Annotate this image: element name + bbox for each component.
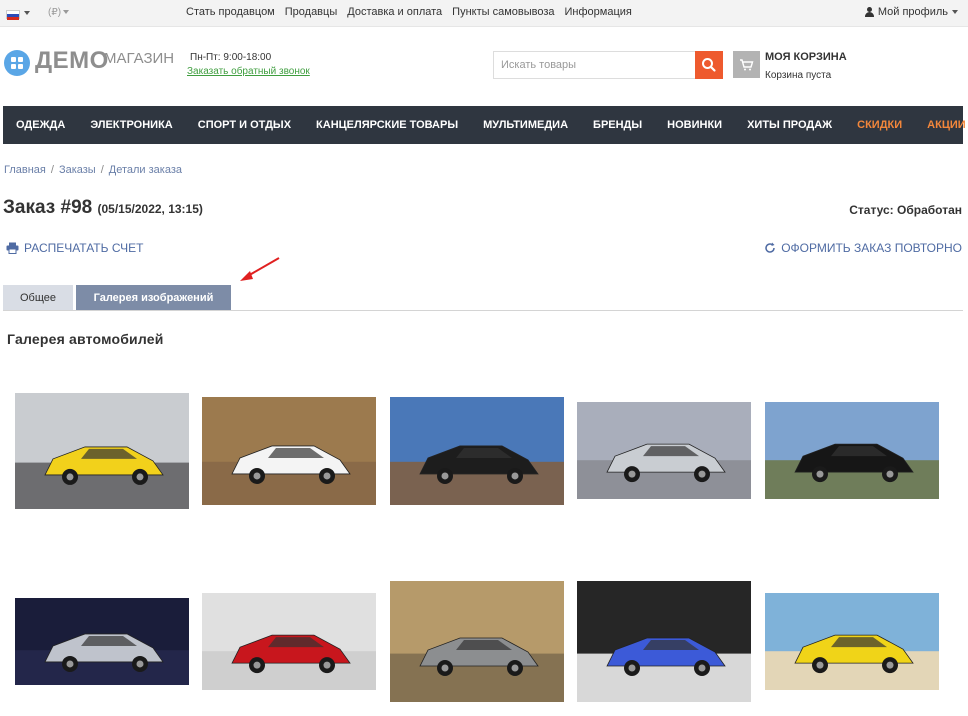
order-tabs: Общее Галерея изображений bbox=[3, 285, 963, 311]
cart-status: Корзина пуста bbox=[765, 70, 832, 81]
user-icon bbox=[864, 7, 874, 17]
top-link-delivery[interactable]: Доставка и оплата bbox=[347, 6, 442, 18]
printer-icon bbox=[6, 242, 19, 254]
gallery-image-black-bmw[interactable] bbox=[765, 402, 939, 499]
logo-text-light[interactable]: МАГАЗИН bbox=[104, 50, 174, 67]
cart-title[interactable]: МОЯ КОРЗИНА bbox=[765, 51, 847, 63]
currency-selector[interactable]: (₽) bbox=[48, 7, 70, 18]
nav-item-5[interactable]: БРЕНДЫ bbox=[593, 119, 642, 131]
print-invoice-button[interactable]: РАСПЕЧАТАТЬ СЧЕТ bbox=[6, 241, 143, 255]
car-photo bbox=[577, 581, 751, 702]
top-link-info[interactable]: Информация bbox=[565, 6, 632, 18]
order-date: (05/15/2022, 13:15) bbox=[97, 202, 203, 216]
gallery-image-silver-mercedes-concept[interactable] bbox=[15, 598, 189, 685]
annotation-arrow-icon bbox=[240, 257, 280, 281]
breadcrumb-orders[interactable]: Заказы bbox=[59, 164, 96, 176]
currency-label: (₽) bbox=[48, 7, 62, 18]
breadcrumb-order-details[interactable]: Детали заказа bbox=[109, 164, 182, 176]
tab-image-gallery[interactable]: Галерея изображений bbox=[76, 285, 231, 310]
ru-flag-icon[interactable] bbox=[6, 10, 20, 20]
car-photo bbox=[765, 402, 939, 499]
nav-item-9[interactable]: АКЦИИ bbox=[927, 119, 966, 131]
breadcrumb: Главная / Заказы / Детали заказа bbox=[4, 164, 182, 176]
page-title: Заказ #98 (05/15/2022, 13:15) bbox=[3, 197, 203, 219]
gallery-image-grey-pagani[interactable] bbox=[390, 581, 564, 702]
gallery-image-yellow-ferrari[interactable] bbox=[765, 593, 939, 690]
reorder-button[interactable]: ОФОРМИТЬ ЗАКАЗ ПОВТОРНО bbox=[764, 241, 962, 255]
reorder-label: ОФОРМИТЬ ЗАКАЗ ПОВТОРНО bbox=[781, 241, 962, 255]
breadcrumb-separator: / bbox=[100, 164, 104, 176]
nav-item-6[interactable]: НОВИНКИ bbox=[667, 119, 722, 131]
top-link-become-seller[interactable]: Стать продавцом bbox=[186, 6, 275, 18]
cart-button[interactable] bbox=[733, 51, 760, 78]
nav-item-0[interactable]: ОДЕЖДА bbox=[16, 119, 65, 131]
breadcrumb-home[interactable]: Главная bbox=[4, 164, 46, 176]
chevron-down-icon[interactable] bbox=[24, 11, 30, 15]
car-photo bbox=[390, 397, 564, 505]
nav-item-2[interactable]: СПОРТ И ОТДЫХ bbox=[198, 119, 291, 131]
profile-menu[interactable]: Мой профиль bbox=[864, 6, 958, 18]
car-photo bbox=[15, 393, 189, 509]
top-nav: Стать продавцом Продавцы Доставка и опла… bbox=[186, 6, 632, 18]
gallery-image-yellow-lamborghini[interactable] bbox=[15, 393, 189, 509]
logo-text-bold[interactable]: ДЕМО bbox=[35, 47, 109, 75]
callback-link[interactable]: Заказать обратный звонок bbox=[187, 66, 310, 77]
top-link-sellers[interactable]: Продавцы bbox=[285, 6, 338, 18]
print-invoice-label: РАСПЕЧАТАТЬ СЧЕТ bbox=[24, 241, 144, 255]
chevron-down-icon bbox=[63, 10, 70, 15]
search-icon bbox=[702, 58, 716, 72]
breadcrumb-separator: / bbox=[50, 164, 54, 176]
nav-item-3[interactable]: КАНЦЕЛЯРСКИЕ ТОВАРЫ bbox=[316, 119, 458, 131]
logo-icon[interactable] bbox=[4, 50, 30, 76]
profile-label: Мой профиль bbox=[877, 6, 948, 18]
refresh-icon bbox=[765, 242, 775, 253]
chevron-down-icon bbox=[952, 10, 958, 14]
top-link-pickup[interactable]: Пункты самовывоза bbox=[452, 6, 554, 18]
gallery-image-silver-audi[interactable] bbox=[577, 402, 751, 499]
top-bar: (₽) Стать продавцом Продавцы Доставка и … bbox=[0, 0, 968, 27]
nav-item-1[interactable]: ЭЛЕКТРОНИКА bbox=[90, 119, 172, 131]
car-photo bbox=[202, 593, 376, 690]
car-photo bbox=[577, 402, 751, 499]
car-photo bbox=[202, 397, 376, 505]
search-button[interactable] bbox=[695, 51, 723, 79]
main-nav: ОДЕЖДА ЭЛЕКТРОНИКА СПОРТ И ОТДЫХ КАНЦЕЛЯРСК… bbox=[3, 106, 966, 144]
car-photo bbox=[765, 593, 939, 690]
gallery-title: Галерея автомобилей bbox=[7, 331, 164, 347]
car-photo bbox=[390, 581, 564, 702]
gallery-image-red-ferrari[interactable] bbox=[202, 593, 376, 690]
working-hours: Пн-Пт: 9:00-18:00 bbox=[190, 52, 272, 63]
order-status: Статус: Обработан bbox=[849, 203, 962, 217]
cart-icon bbox=[740, 59, 754, 71]
gallery-image-black-toyota-suv[interactable] bbox=[390, 397, 564, 505]
tab-general[interactable]: Общее bbox=[3, 285, 73, 310]
nav-item-4[interactable]: МУЛЬТИМЕДИА bbox=[483, 119, 568, 131]
nav-item-7[interactable]: ХИТЫ ПРОДАЖ bbox=[747, 119, 832, 131]
gallery-image-white-bmw[interactable] bbox=[202, 397, 376, 505]
order-number: Заказ #98 bbox=[3, 197, 93, 218]
nav-item-8[interactable]: СКИДКИ bbox=[857, 119, 902, 131]
gallery-image-blue-koenigsegg[interactable] bbox=[577, 581, 751, 702]
search-input[interactable] bbox=[493, 51, 696, 79]
car-photo bbox=[15, 598, 189, 685]
